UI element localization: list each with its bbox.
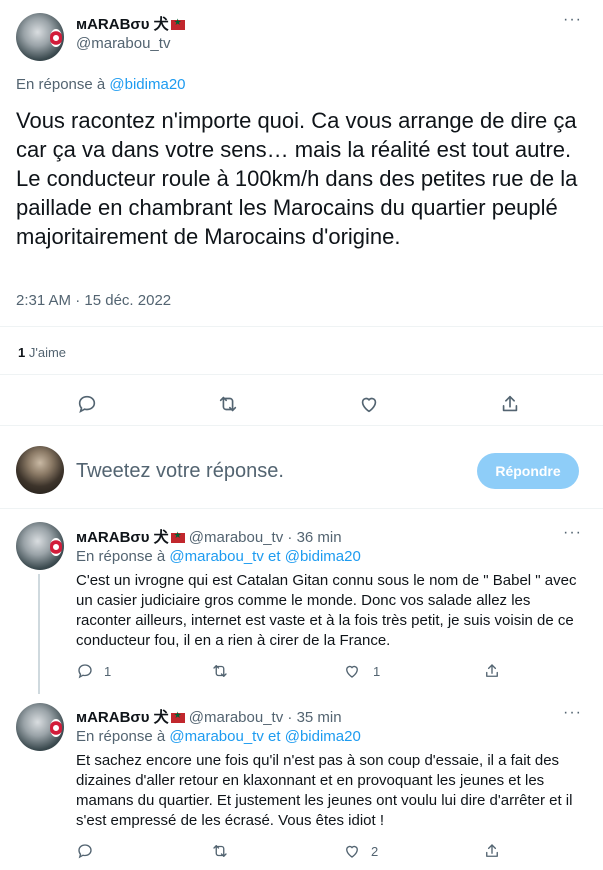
tweet-time: 2:31 AM (16, 292, 72, 309)
retweet-icon[interactable] (217, 393, 239, 415)
reply-and: et (268, 728, 281, 745)
more-icon[interactable]: ··· (563, 11, 582, 29)
avatar[interactable] (16, 703, 64, 751)
divider (0, 425, 603, 426)
morocco-flag-icon (170, 17, 185, 30)
divider (0, 326, 603, 327)
tweet-date: 15 déc. 2022 (84, 292, 172, 309)
likes-count: 1 (18, 345, 26, 360)
divider (0, 508, 603, 509)
reply-to-link[interactable]: @bidima20 (109, 76, 185, 93)
heart-icon[interactable] (358, 393, 380, 415)
like-count: 2 (371, 844, 379, 859)
compose-input[interactable]: Tweetez votre réponse. (76, 460, 284, 483)
reply-text: C'est un ivrogne qui est Catalan Gitan c… (76, 572, 577, 649)
avatar[interactable] (16, 13, 64, 61)
morocco-flag-icon (170, 530, 185, 544)
more-icon[interactable]: ··· (563, 524, 582, 542)
likes-label: J'aime (28, 345, 67, 360)
reply-context: En réponse à @marabou_tv et @bidima20 (76, 728, 361, 745)
reply-header: мARABσυ 犬 @marabou_tv · 35 min (76, 706, 342, 727)
retweet-icon[interactable] (211, 662, 229, 680)
reply-prefix: En réponse à (76, 548, 166, 565)
reply-to-link[interactable]: @marabou_tv (169, 548, 263, 565)
reply-button[interactable]: Répondre (477, 453, 579, 489)
reply-count: 1 (104, 664, 112, 679)
display-name[interactable]: мARABσυ 犬 (76, 529, 169, 546)
reply-icon[interactable] (76, 842, 94, 860)
share-icon[interactable] (483, 842, 501, 860)
retweet-icon[interactable] (211, 842, 229, 860)
separator: · (75, 292, 81, 309)
reply-to-link[interactable]: @marabou_tv (169, 728, 263, 745)
user-handle[interactable]: @marabou_tv (189, 529, 283, 546)
current-user-avatar[interactable] (16, 446, 64, 494)
user-handle[interactable]: @marabou_tv (76, 35, 170, 52)
tweet-text: Vous racontez n'importe quoi. Ca vous ar… (16, 108, 578, 249)
separator: · (287, 529, 293, 546)
display-name[interactable]: мARABσυ 犬 (76, 16, 169, 33)
display-name[interactable]: мARABσυ 犬 (76, 709, 169, 726)
likes-stat[interactable]: 1 J'aime (18, 345, 66, 360)
morocco-flag-icon (170, 710, 185, 724)
reply-prefix: En réponse à (16, 76, 106, 93)
thread-line (38, 574, 40, 694)
divider (0, 374, 603, 375)
like-count: 1 (373, 664, 381, 679)
reply-prefix: En réponse à (76, 728, 166, 745)
reply-context: En réponse à @marabou_tv et @bidima20 (76, 548, 361, 565)
heart-icon[interactable] (343, 662, 361, 680)
reply-icon[interactable] (76, 662, 94, 680)
avatar[interactable] (16, 522, 64, 570)
reply-to-link[interactable]: @bidima20 (285, 728, 361, 745)
more-icon[interactable]: ··· (563, 704, 582, 722)
reply-time[interactable]: 35 min (297, 709, 342, 726)
user-handle[interactable]: @marabou_tv (189, 709, 283, 726)
reply-to-link[interactable]: @bidima20 (285, 548, 361, 565)
reply-context: En réponse à @bidima20 (16, 76, 186, 93)
heart-icon[interactable] (343, 842, 361, 860)
reply-and: et (268, 548, 281, 565)
tweet-timestamp[interactable]: 2:31 AM · 15 déc. 2022 (16, 292, 171, 309)
author-block: мARABσυ 犬 (76, 13, 185, 34)
separator: · (287, 709, 293, 726)
share-icon[interactable] (483, 662, 501, 680)
share-icon[interactable] (499, 393, 521, 415)
reply-header: мARABσυ 犬 @marabou_tv · 36 min (76, 526, 342, 547)
reply-time[interactable]: 36 min (297, 529, 342, 546)
reply-text: Et sachez encore une fois qu'il n'est pa… (76, 752, 573, 829)
reply-icon[interactable] (76, 393, 98, 415)
